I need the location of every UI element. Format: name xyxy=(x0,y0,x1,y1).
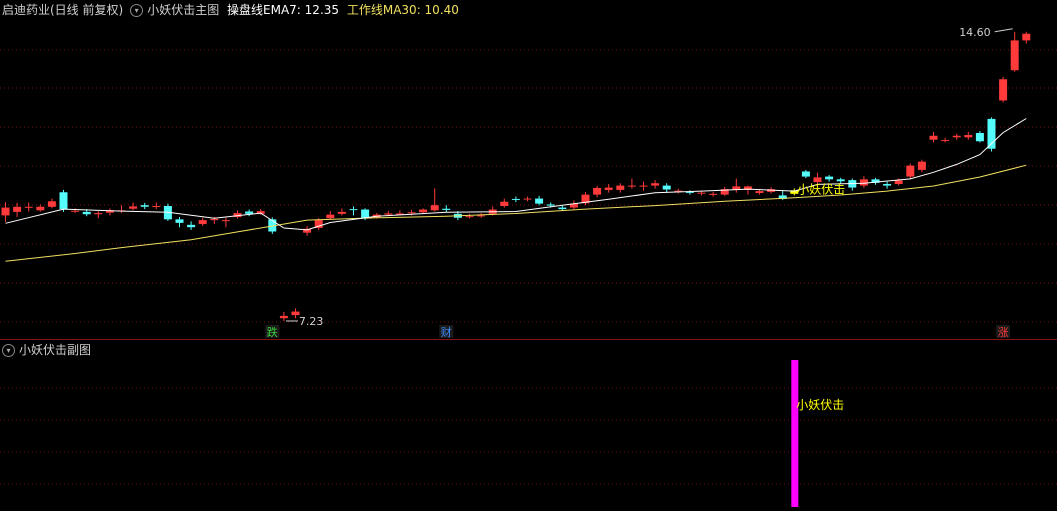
candle-body xyxy=(326,214,335,219)
candle-body xyxy=(129,206,138,209)
candle-body xyxy=(546,204,555,206)
candle-body xyxy=(36,206,45,211)
candle-body xyxy=(662,185,671,190)
signal-label: 小妖伏击 xyxy=(797,182,845,196)
candle-body xyxy=(593,187,602,195)
candle-body xyxy=(221,220,230,222)
collapse-icon[interactable]: ▾ xyxy=(130,4,144,17)
candle-body xyxy=(187,224,196,228)
signal-bar-chart[interactable]: 小妖伏击 xyxy=(0,340,1057,511)
candle-body xyxy=(975,133,984,142)
main-indicator-name: 小妖伏击主图 xyxy=(147,3,220,17)
candle-body xyxy=(523,198,532,200)
candle-body xyxy=(477,215,486,217)
candle-body xyxy=(279,315,288,319)
candle-body xyxy=(140,205,149,207)
sub-chart-header: ▾ 小妖伏击副图 xyxy=(2,342,95,358)
candle-body xyxy=(337,211,346,214)
collapse-icon[interactable]: ▾ xyxy=(2,344,15,357)
candle-body xyxy=(59,192,68,210)
candle-body xyxy=(813,177,822,183)
marker-label: 涨 xyxy=(998,326,1009,339)
candle-body xyxy=(604,187,613,190)
candle-body xyxy=(419,209,428,213)
candle-body xyxy=(836,179,845,182)
candle-body xyxy=(639,185,648,187)
candle-body xyxy=(941,140,950,142)
candlestick-chart[interactable]: 14.60 7.23 小妖伏击跌 财 涨 xyxy=(0,0,1057,340)
candle-body xyxy=(175,219,184,223)
candle-body xyxy=(245,211,254,214)
signal-bar-label: 小妖伏击 xyxy=(796,398,844,412)
candle-body xyxy=(709,193,718,195)
candle-body xyxy=(1010,40,1019,71)
candle-body xyxy=(755,191,764,194)
candle-body xyxy=(952,135,961,138)
candle-body xyxy=(210,218,219,221)
candle-body xyxy=(82,211,91,215)
sub-indicator-name: 小妖伏击副图 xyxy=(19,343,92,357)
signal-bar xyxy=(791,360,799,507)
ema-readout: 操盘线EMA7: 12.35 xyxy=(227,3,340,17)
candle-body xyxy=(616,185,625,190)
candle-body xyxy=(384,213,393,215)
candle-body xyxy=(152,206,161,207)
stock-title: 启迪药业(日线 前复权) xyxy=(2,3,124,17)
candle-body xyxy=(407,212,416,214)
candle-body xyxy=(906,165,915,177)
candle-body xyxy=(465,216,474,218)
candle-body xyxy=(558,207,567,210)
candle-body xyxy=(442,208,451,210)
candle-body xyxy=(801,171,810,177)
candle-body xyxy=(47,201,56,207)
ma-readout: 工作线MA30: 10.40 xyxy=(346,3,459,17)
candle-body xyxy=(198,220,207,225)
candle-body xyxy=(825,176,834,180)
candle-body xyxy=(430,205,439,211)
candle-body xyxy=(535,198,544,204)
marker-label: 财 xyxy=(441,325,452,339)
candle-body xyxy=(1022,33,1031,41)
candle-body xyxy=(964,134,973,138)
candle-body xyxy=(651,183,660,186)
candle-body xyxy=(697,192,706,194)
candle-body xyxy=(627,185,636,187)
candle-body xyxy=(929,135,938,140)
candle-body xyxy=(917,161,926,170)
candle-body xyxy=(500,201,509,206)
candle-body xyxy=(883,184,892,186)
candle-body xyxy=(1,207,10,216)
main-chart-panel: 14.60 7.23 小妖伏击跌 财 涨 启迪药业(日线 前复权) ▾ 小妖伏击主图 操盘线… xyxy=(0,0,1057,340)
max-pointer xyxy=(994,28,1013,33)
candle-body xyxy=(71,210,80,212)
candle-body xyxy=(361,209,370,219)
candle-body xyxy=(349,209,358,211)
candle-body xyxy=(999,79,1008,101)
candle-body xyxy=(511,198,520,200)
candle-body xyxy=(13,206,22,212)
candle-body xyxy=(894,180,903,185)
marker-label: 跌 xyxy=(267,325,278,339)
max-price-label: 14.60 xyxy=(959,26,991,39)
min-price-label: 7.23 xyxy=(299,315,324,328)
main-chart-header: 启迪药业(日线 前复权) ▾ 小妖伏击主图 操盘线EMA7: 12.35 工作线MA… xyxy=(2,2,463,18)
candle-body xyxy=(24,206,33,208)
sub-chart-panel: 小妖伏击 ▾ 小妖伏击副图 xyxy=(0,340,1057,511)
candle-body xyxy=(94,213,103,215)
